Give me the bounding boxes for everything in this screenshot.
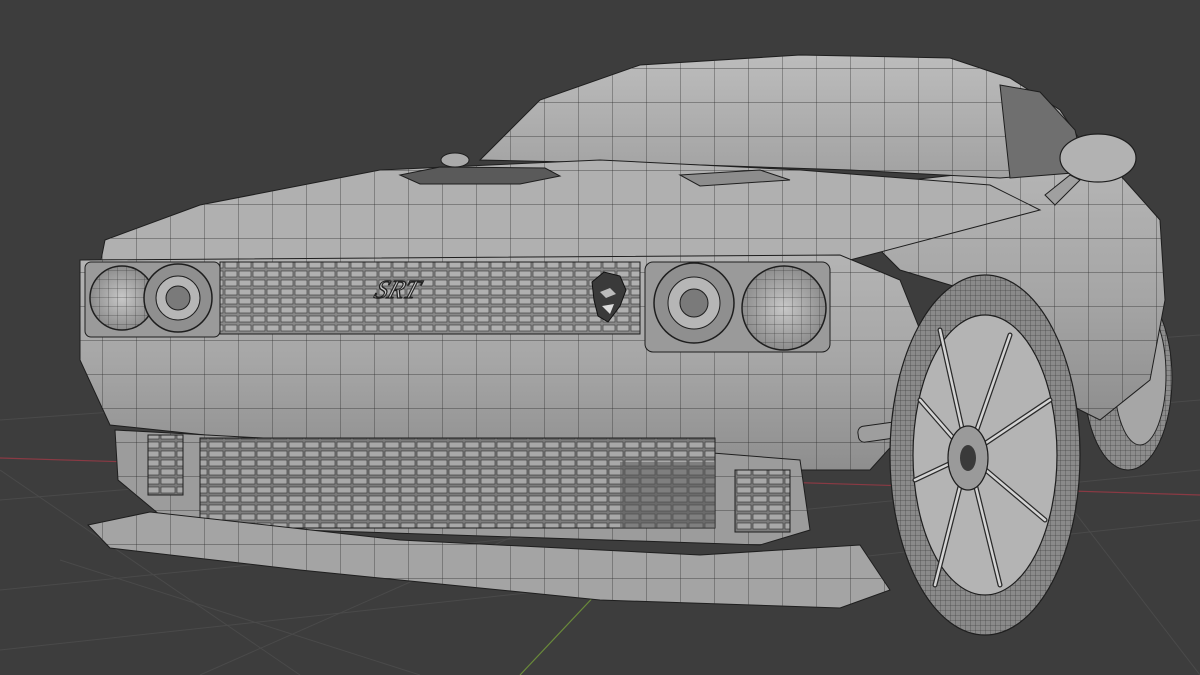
headlight-right (644, 261, 831, 353)
headlight-left (84, 261, 221, 338)
3d-viewport[interactable]: SRT (0, 0, 1200, 675)
hood-pin (440, 152, 470, 168)
front-wheel[interactable] (889, 274, 1081, 636)
y-axis-line (519, 589, 601, 675)
lower-grille-right (734, 469, 791, 533)
lower-grille-left (147, 434, 184, 496)
upper-grille (219, 261, 641, 335)
